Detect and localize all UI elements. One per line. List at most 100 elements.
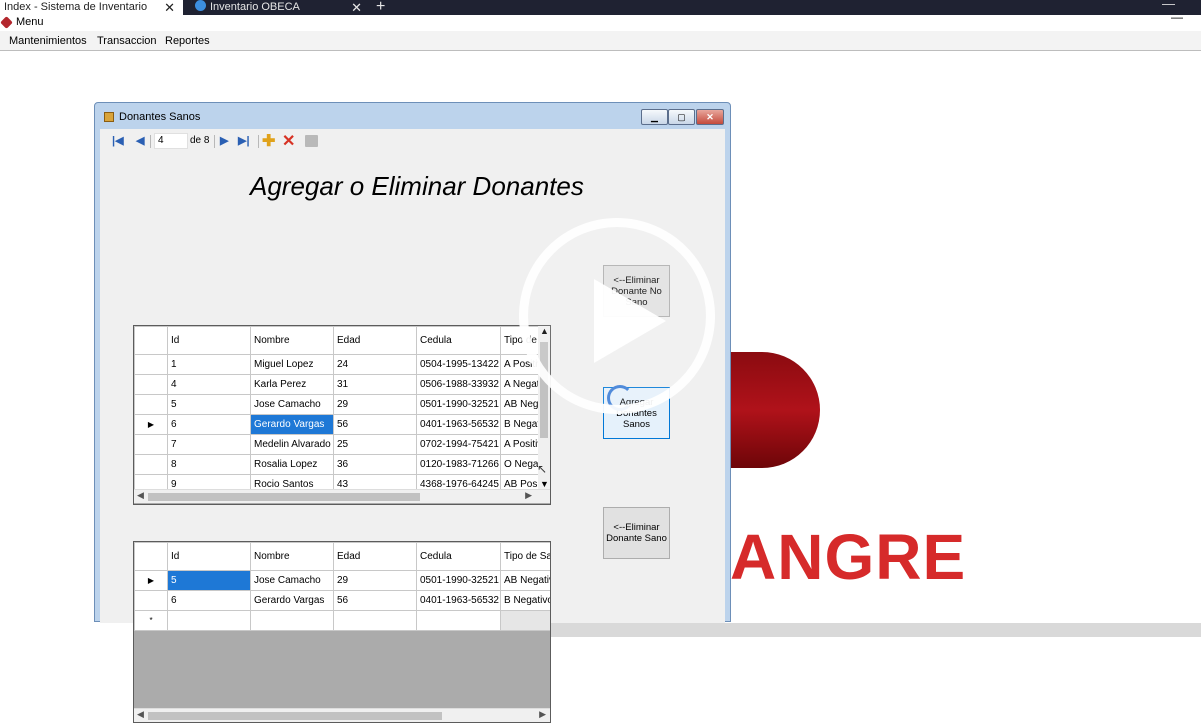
cell-nombre[interactable]: Jose Camacho (250, 394, 334, 415)
row-header[interactable] (134, 374, 168, 395)
cell-id[interactable]: 5 (167, 394, 251, 415)
donantes-grid[interactable]: Id Nombre Edad Cedula Tipo de Sangre 1Mi… (133, 325, 551, 505)
table-row[interactable]: 8 Rosalia Lopez 36 0120-1983-71266 O Negativ… (134, 454, 550, 475)
move-last-icon[interactable]: ▶| (238, 134, 250, 147)
minimize-icon[interactable]: — (1171, 10, 1183, 25)
horizontal-scrollbar[interactable]: ◀ ▶ (134, 489, 550, 503)
maximize-button[interactable]: ▢ (668, 109, 695, 125)
window-title-bar[interactable]: Donantes Sanos ▁ ▢ ✕ (95, 103, 730, 130)
cell-cedula[interactable]: 0702-1994-75421 (416, 434, 501, 455)
row-header[interactable] (134, 394, 168, 415)
add-new-icon[interactable]: ✚ (262, 131, 275, 151)
row-header[interactable] (134, 434, 168, 455)
scroll-left-icon[interactable]: ◀ (137, 490, 144, 501)
close-icon[interactable]: ✕ (351, 0, 362, 15)
cell-id[interactable]: 1 (167, 354, 251, 375)
scroll-right-icon[interactable]: ▶ (539, 709, 546, 720)
cell-nombre[interactable]: Miguel Lopez (250, 354, 334, 375)
new-row-cell[interactable] (167, 610, 251, 631)
cell-cedula[interactable]: 0401-1963-56532 (416, 414, 501, 435)
cell-cedula[interactable]: 0506-1988-33932 (416, 374, 501, 395)
row-header[interactable] (134, 354, 168, 375)
cell-tipo[interactable]: B Negativo (500, 590, 550, 611)
menu-item-transaccion[interactable]: Transaccion (97, 35, 157, 47)
cell-edad[interactable]: 56 (333, 414, 417, 435)
save-icon[interactable] (305, 135, 318, 147)
row-header[interactable] (134, 590, 168, 611)
scroll-left-icon[interactable]: ◀ (137, 709, 144, 720)
scroll-right-icon[interactable]: ▶ (525, 490, 532, 501)
table-row[interactable]: 7 Medelin Alvarado 25 0702-1994-75421 A Posi… (134, 434, 550, 455)
column-header-id[interactable]: Id (167, 542, 251, 571)
tab-inventario-obeca[interactable]: Inventario OBECA ✕ (185, 0, 370, 15)
horizontal-scrollbar[interactable]: ◀ ▶ (134, 708, 550, 722)
cell-id[interactable]: 7 (167, 434, 251, 455)
table-row[interactable]: ▶ 5 Jose Camacho 29 0501-1990-32521 AB Negati… (134, 570, 550, 591)
close-button[interactable]: ✕ (696, 109, 724, 125)
cell-tipo[interactable]: AB Negativo (500, 570, 550, 591)
new-row-cell[interactable] (333, 610, 417, 631)
column-header-nombre[interactable]: Nombre (250, 326, 334, 355)
new-row-cell[interactable] (500, 610, 550, 631)
scroll-down-icon[interactable]: ▼ (540, 479, 549, 489)
cell-nombre[interactable]: Gerardo Vargas (250, 414, 334, 435)
new-row-cell[interactable] (250, 610, 334, 631)
cell-id[interactable]: 6 (167, 414, 251, 435)
cell-nombre[interactable]: Gerardo Vargas (250, 590, 334, 611)
menu-item-mantenimientos[interactable]: Mantenimientos (9, 35, 87, 47)
play-button[interactable] (519, 218, 715, 414)
row-header[interactable] (134, 454, 168, 475)
tab-sistema-inventario[interactable]: Index - Sistema de Inventario ✕ (0, 0, 183, 15)
column-header-cedula[interactable]: Cedula (416, 542, 501, 571)
cell-cedula[interactable]: 0501-1990-32521 (416, 394, 501, 415)
cell-edad[interactable]: 36 (333, 454, 417, 475)
scroll-thumb[interactable] (148, 493, 420, 501)
donantes-sanos-grid[interactable]: Id Nombre Edad Cedula Tipo de Sangre ▶5J… (133, 541, 551, 723)
cell-nombre[interactable]: Medelin Alvarado (250, 434, 334, 455)
new-row[interactable]: * (134, 610, 550, 631)
cell-cedula[interactable]: 0501-1990-32521 (416, 570, 501, 591)
cell-cedula[interactable]: 0401-1963-56532 (416, 590, 501, 611)
delete-icon[interactable]: ✕ (282, 131, 295, 151)
cell-id[interactable]: 4 (167, 374, 251, 395)
move-previous-icon[interactable]: ◀ (136, 134, 144, 147)
column-header-tipo[interactable]: Tipo de Sangre (500, 542, 550, 571)
cell-cedula[interactable]: 0120-1983-71266 (416, 454, 501, 475)
position-input[interactable]: 4 (154, 133, 188, 149)
row-header[interactable]: * (134, 610, 168, 631)
column-header-nombre[interactable]: Nombre (250, 542, 334, 571)
menu-item-reportes[interactable]: Reportes (165, 35, 210, 47)
cell-edad[interactable]: 31 (333, 374, 417, 395)
row-header[interactable]: ▶ (134, 414, 168, 435)
new-tab-icon[interactable]: + (376, 0, 385, 16)
table-row[interactable]: 5Jose Camacho290501-1990-32521AB Negativ… (134, 394, 550, 415)
table-row[interactable]: ▶ 6 Gerardo Vargas 56 0401-1963-56532 B Negat… (134, 414, 550, 435)
table-row[interactable]: 1 Miguel Lopez 24 0504-1995-13422 A Positivo (134, 354, 550, 375)
cell-nombre[interactable]: Jose Camacho (250, 570, 334, 591)
column-header-id[interactable]: Id (167, 326, 251, 355)
column-header-edad[interactable]: Edad (333, 326, 417, 355)
eliminar-donante-sano-button[interactable]: <--Eliminar Donante Sano (603, 507, 670, 559)
cell-edad[interactable]: 25 (333, 434, 417, 455)
table-row[interactable]: 6 Gerardo Vargas 56 0401-1963-56532 B Negati… (134, 590, 550, 611)
new-row-cell[interactable] (416, 610, 501, 631)
close-icon[interactable]: ✕ (164, 0, 175, 15)
minimize-button[interactable]: ▁ (641, 109, 668, 125)
cell-id[interactable]: 5 (167, 570, 251, 591)
cell-nombre[interactable]: Karla Perez (250, 374, 334, 395)
cell-nombre[interactable]: Rosalia Lopez (250, 454, 334, 475)
cell-cedula[interactable]: 0504-1995-13422 (416, 354, 501, 375)
cell-edad[interactable]: 29 (333, 394, 417, 415)
row-header[interactable]: ▶ (134, 570, 168, 591)
scroll-thumb[interactable] (148, 712, 442, 720)
move-first-icon[interactable]: |◀ (112, 134, 124, 147)
cell-edad[interactable]: 24 (333, 354, 417, 375)
column-header-edad[interactable]: Edad (333, 542, 417, 571)
move-next-icon[interactable]: ▶ (220, 134, 228, 147)
table-row[interactable]: 4 Karla Perez 31 0506-1988-33932 A Negativo (134, 374, 550, 395)
cell-edad[interactable]: 56 (333, 590, 417, 611)
cell-id[interactable]: 8 (167, 454, 251, 475)
column-header-cedula[interactable]: Cedula (416, 326, 501, 355)
cell-edad[interactable]: 29 (333, 570, 417, 591)
cell-id[interactable]: 6 (167, 590, 251, 611)
